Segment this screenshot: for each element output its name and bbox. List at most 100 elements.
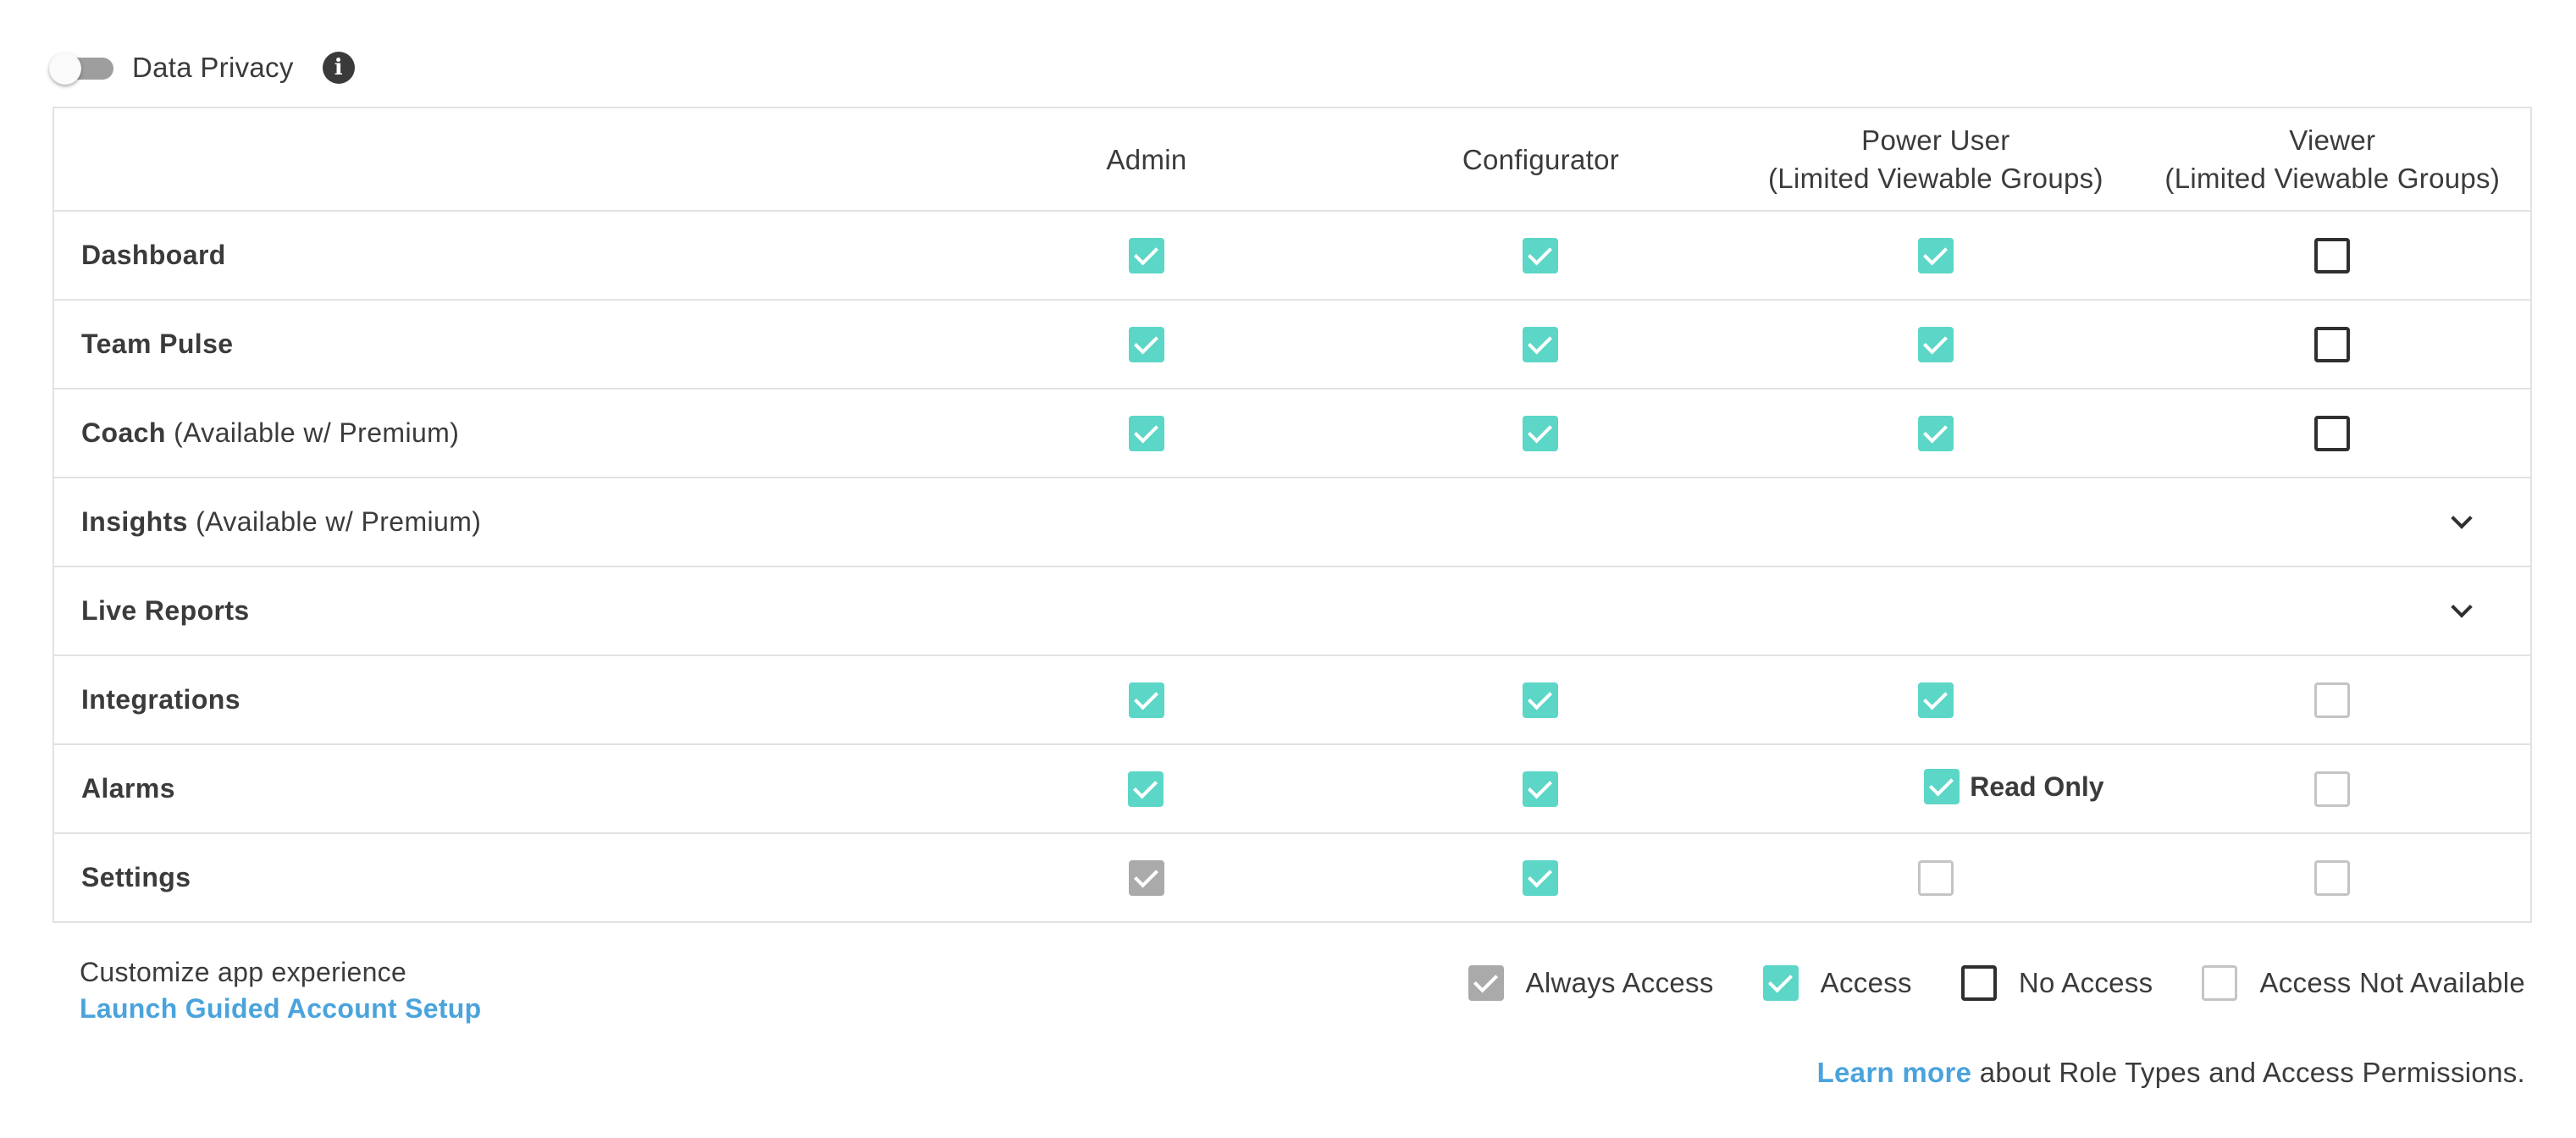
row-label: Settings: [54, 862, 948, 893]
permissions-page: Data Privacy i Admin Configurator Power …: [0, 0, 2576, 1138]
cell-power-user: [1737, 682, 2134, 718]
legend-swatch: [2202, 965, 2238, 1001]
permission-checkbox[interactable]: [1129, 237, 1165, 273]
permission-checkbox[interactable]: [1523, 237, 1559, 273]
customize-text: Customize app experience: [80, 957, 407, 987]
permission-checkbox[interactable]: [1129, 415, 1165, 451]
chevron-down-icon[interactable]: [2451, 595, 2473, 618]
permission-checkbox[interactable]: [2314, 326, 2351, 362]
column-header-title: Power User: [1861, 124, 2010, 156]
legend-label: No Access: [2018, 967, 2153, 998]
row-title: Integrations: [81, 684, 240, 715]
cell-power-user: [1737, 326, 2134, 362]
row-label: Team Pulse: [54, 329, 948, 360]
cell-power-user: [1737, 415, 2134, 451]
row-title: Insights: [81, 506, 188, 537]
permissions-table: Admin Configurator Power User (Limited V…: [53, 107, 2532, 923]
permission-checkbox: [2314, 682, 2351, 718]
permission-checkbox[interactable]: [1129, 326, 1165, 362]
permission-checkbox[interactable]: [1924, 769, 1960, 804]
table-header: Admin Configurator Power User (Limited V…: [54, 108, 2530, 212]
read-only-wrap: Read Only: [1924, 769, 2104, 804]
row-title: Coach: [81, 417, 166, 448]
table-row: Settings: [54, 834, 2530, 923]
column-header-configurator: Configurator: [1345, 141, 1737, 179]
cell-admin: [948, 415, 1344, 451]
permission-checkbox[interactable]: [1523, 682, 1559, 718]
permission-checkbox[interactable]: [1128, 771, 1164, 807]
permission-checkbox[interactable]: [1522, 771, 1558, 807]
read-only-label: Read Only: [1970, 771, 2104, 802]
footer-setup: Customize app experience Launch Guided A…: [80, 957, 481, 1025]
table-row: Team Pulse: [54, 301, 2530, 389]
table-row: Dashboard: [54, 212, 2530, 301]
row-title: Dashboard: [81, 240, 226, 270]
permission-checkbox: [1917, 859, 1954, 896]
column-header-admin: Admin: [948, 141, 1344, 179]
row-title: Team Pulse: [81, 329, 234, 359]
data-privacy-label: Data Privacy: [132, 52, 294, 83]
column-header-title: Viewer: [2289, 124, 2376, 156]
cell-power-user: [1737, 859, 2134, 896]
legend-item: Access: [1762, 965, 1912, 1001]
row-label: Live Reports: [54, 595, 954, 627]
row-title: Live Reports: [81, 595, 250, 626]
permission-checkbox[interactable]: [1129, 682, 1165, 718]
legend-item: Always Access: [1468, 965, 1714, 1001]
permission-checkbox[interactable]: [1523, 859, 1559, 896]
toggle-thumb: [49, 52, 81, 85]
table-row: Coach (Available w/ Premium): [54, 389, 2530, 478]
row-label: Alarms: [54, 773, 948, 804]
permission-checkbox[interactable]: [1917, 237, 1954, 273]
cell-power-user: [1737, 237, 2134, 273]
cell-configurator: [1345, 237, 1737, 273]
learn-more-text: Learn more about Role Types and Access P…: [1817, 1057, 2525, 1089]
table-row: Insights (Available w/ Premium): [54, 478, 2530, 567]
legend-item: Access Not Available: [2202, 965, 2525, 1001]
permission-checkbox[interactable]: [1917, 326, 1954, 362]
column-header-subtitle: (Limited Viewable Groups): [2164, 163, 2501, 194]
column-header-power-user: Power User (Limited Viewable Groups): [1737, 121, 2134, 197]
permission-checkbox[interactable]: [1523, 415, 1559, 451]
row-suffix: (Available w/ Premium): [187, 506, 482, 537]
legend-label: Always Access: [1525, 967, 1714, 998]
cell-viewer: [2135, 859, 2530, 896]
cell-admin: [948, 682, 1344, 718]
permission-checkbox: [2314, 859, 2351, 896]
permission-checkbox[interactable]: [2314, 415, 2351, 451]
cell-viewer: [2135, 415, 2530, 451]
legend-swatch: [1762, 965, 1799, 1001]
permission-checkbox: [2314, 771, 2351, 807]
data-privacy-control: Data Privacy i: [47, 47, 355, 88]
cell-configurator: [1345, 415, 1737, 451]
permission-checkbox[interactable]: [2314, 237, 2351, 273]
cell-configurator: [1344, 771, 1736, 807]
legend: Always Access Access No Access Access Not A…: [1419, 965, 2525, 1001]
cell-admin: [948, 859, 1344, 896]
learn-more-link[interactable]: Learn more: [1817, 1057, 1972, 1088]
info-icon[interactable]: i: [322, 52, 355, 84]
permission-checkbox[interactable]: [1917, 415, 1954, 451]
launch-setup-link[interactable]: Launch Guided Account Setup: [80, 993, 481, 1025]
column-header-title: Admin: [1106, 143, 1187, 175]
cell-power-user: Read Only: [1736, 769, 2135, 809]
cell-viewer: [2135, 237, 2530, 273]
table-row: Alarms Read Only: [54, 745, 2530, 834]
permission-checkbox: [1129, 859, 1165, 896]
chevron-down-icon[interactable]: [2451, 506, 2473, 529]
cell-admin: [948, 771, 1344, 807]
permission-checkbox[interactable]: [1523, 326, 1559, 362]
row-label: Insights (Available w/ Premium): [54, 506, 954, 538]
cell-viewer: [2135, 682, 2530, 718]
permission-checkbox[interactable]: [1917, 682, 1954, 718]
cell-admin: [948, 237, 1344, 273]
row-label: Dashboard: [54, 240, 948, 271]
cell-admin: [948, 326, 1344, 362]
cell-configurator: [1345, 326, 1737, 362]
table-body: Dashboard Team Pulse Coach (Available w/ P…: [54, 212, 2530, 923]
column-header-subtitle: (Limited Viewable Groups): [1768, 163, 2103, 194]
row-label: Coach (Available w/ Premium): [54, 417, 948, 449]
data-privacy-toggle[interactable]: [47, 47, 115, 88]
legend-item: No Access: [1960, 965, 2153, 1001]
column-header-viewer: Viewer (Limited Viewable Groups): [2135, 121, 2530, 197]
